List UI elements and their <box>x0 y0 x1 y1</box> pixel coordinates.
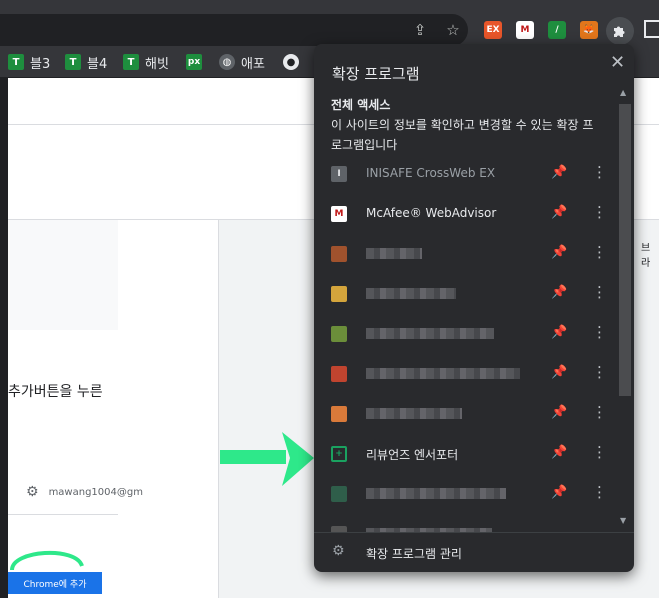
extension-row[interactable]: 📌 ⋮ <box>314 234 618 274</box>
extensions-menu: 확장 프로그램 ✕ 전체 액세스 이 사이트의 정보를 확인하고 변경할 수 있… <box>314 44 634 572</box>
more-vert-icon[interactable]: ⋮ <box>592 163 607 181</box>
extension-name: 리뷰언즈 엔서포터 <box>366 448 459 462</box>
bookmark-label: 애포 <box>241 56 265 72</box>
blurred-name <box>366 368 520 379</box>
extension-row[interactable]: I INISAFE CrossWeb EX 📌 ⋮ <box>314 154 618 194</box>
extension-icon <box>331 286 347 302</box>
access-heading: 전체 액세스 <box>331 98 391 112</box>
pin-icon[interactable]: 📌 <box>551 325 567 340</box>
more-vert-icon[interactable]: ⋮ <box>592 483 607 501</box>
mcafee-icon[interactable]: M <box>516 21 534 39</box>
more-vert-icon[interactable]: ⋮ <box>592 323 607 341</box>
bookmark-label: 블3 <box>30 56 51 72</box>
blurred-name <box>366 328 494 339</box>
metamask-icon[interactable]: 🦊 <box>580 21 598 39</box>
pin-icon[interactable]: 📌 <box>551 245 567 260</box>
more-vert-icon[interactable]: ⋮ <box>592 363 607 381</box>
extension-row[interactable]: 📌 ⋮ <box>314 314 618 354</box>
extension-row[interactable]: 📌 ⋮ <box>314 354 618 394</box>
pin-icon[interactable]: 📌 <box>551 445 567 460</box>
annotation-arrow-icon <box>220 432 314 486</box>
pin-icon[interactable]: 📌 <box>551 285 567 300</box>
address-bar[interactable] <box>0 14 468 46</box>
window-border <box>0 78 8 598</box>
scrollbar-thumb[interactable] <box>619 104 631 396</box>
bookmark-px-icon: px <box>186 54 202 70</box>
reviewers-icon: + <box>331 446 347 462</box>
blurred-name <box>366 248 422 259</box>
puzzle-icon[interactable] <box>606 17 634 45</box>
pin-icon[interactable]: 📌 <box>551 485 567 500</box>
access-description: 이 사이트의 정보를 확인하고 변경할 수 있는 확장 프로그램입니다 <box>331 118 594 152</box>
more-vert-icon[interactable]: ⋮ <box>592 203 607 221</box>
extension-row[interactable] <box>314 514 618 532</box>
pin-icon[interactable]: 📌 <box>551 165 567 180</box>
side-panel-icon[interactable] <box>644 20 659 38</box>
extension-icon <box>331 406 347 422</box>
pin-icon[interactable]: 📌 <box>551 205 567 220</box>
extension-row[interactable]: 📌 ⋮ <box>314 474 618 514</box>
extension-icon <box>331 366 347 382</box>
account-info: ⚙ mawang1004@gm <box>26 484 143 500</box>
bookmark-t-icon: T <box>8 54 24 70</box>
bookmark-label: 해빗 <box>145 56 169 72</box>
bookmark-label: 블4 <box>87 56 108 72</box>
image-placeholder <box>8 220 118 330</box>
bookmark-item[interactable]: ● <box>283 53 299 71</box>
pin-icon[interactable]: 📌 <box>551 405 567 420</box>
blurred-name <box>366 288 456 299</box>
account-email: mawang1004@gm <box>48 486 143 498</box>
manage-extensions-label: 확장 프로그램 관리 <box>366 547 462 561</box>
pin-icon[interactable]: 📌 <box>551 365 567 380</box>
more-vert-icon[interactable]: ⋮ <box>592 443 607 461</box>
bookmark-item[interactable]: T 해빗 <box>123 53 169 72</box>
extension-icon <box>331 246 347 262</box>
extension-row[interactable]: 📌 ⋮ <box>314 394 618 434</box>
gear-icon: ⚙ <box>332 543 345 559</box>
browser-toolbar: ⇪ ☆ EX M / 🦊 <box>0 0 659 46</box>
add-to-chrome-button[interactable]: Chrome에 추가 <box>8 572 102 594</box>
extension-row[interactable]: 📌 ⋮ <box>314 274 618 314</box>
divider <box>8 514 118 515</box>
gear-icon: ⚙ <box>26 484 39 500</box>
more-vert-icon[interactable]: ⋮ <box>592 243 607 261</box>
ex-extension-icon[interactable]: EX <box>484 21 502 39</box>
extension-name: INISAFE CrossWeb EX <box>366 166 496 180</box>
instruction-text: 추가버튼을 누른 <box>8 384 103 400</box>
extension-row[interactable]: + 리뷰언즈 엔서포터 📌 ⋮ <box>314 434 618 474</box>
share-icon[interactable]: ⇪ <box>410 20 430 40</box>
star-icon[interactable]: ☆ <box>443 20 463 40</box>
mcafee-icon: M <box>331 206 347 222</box>
scroll-down-icon[interactable]: ▼ <box>620 516 626 525</box>
blurred-name <box>366 408 462 419</box>
extension-row[interactable]: M McAfee® WebAdvisor 📌 ⋮ <box>314 194 618 234</box>
more-vert-icon[interactable]: ⋮ <box>592 403 607 421</box>
bookmark-item[interactable]: T 블4 <box>65 53 108 72</box>
bookmark-t-icon: T <box>123 54 139 70</box>
bookmark-t-icon: T <box>65 54 81 70</box>
dot-icon: ● <box>283 54 299 70</box>
manage-extensions-button[interactable]: ⚙ 확장 프로그램 관리 <box>314 532 634 572</box>
globe-icon: ◍ <box>219 54 235 70</box>
extension-icon <box>331 326 347 342</box>
blurred-name <box>366 488 506 499</box>
inisafe-icon: I <box>331 166 347 182</box>
close-icon[interactable]: ✕ <box>610 52 625 73</box>
bookmark-item[interactable]: T 블3 <box>8 53 51 72</box>
more-vert-icon[interactable]: ⋮ <box>592 283 607 301</box>
bookmark-item[interactable]: ◍ 애포 <box>219 53 265 72</box>
scroll-up-icon[interactable]: ▲ <box>620 88 626 97</box>
green-slash-icon[interactable]: / <box>548 21 566 39</box>
extension-icon <box>331 486 347 502</box>
extension-name: McAfee® WebAdvisor <box>366 206 497 220</box>
bookmark-item[interactable]: px <box>186 53 202 71</box>
side-label: 브라 <box>641 243 651 269</box>
menu-title: 확장 프로그램 <box>332 65 420 83</box>
